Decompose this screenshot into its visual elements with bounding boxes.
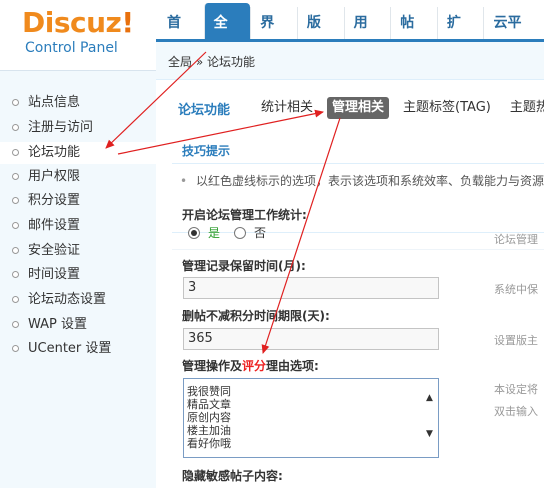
divider (172, 232, 544, 233)
radio-yes-label: 是 (208, 226, 221, 240)
bullet-icon (12, 271, 19, 278)
tab-heat[interactable]: 主题热度 (505, 97, 544, 119)
bullet-icon (12, 124, 19, 131)
breadcrumb: 全局 » 论坛功能 (156, 42, 544, 80)
sidebar: 站点信息 注册与访问 论坛功能 用户权限 积分设置 邮件设置 安全验证 时间设置… (0, 70, 156, 488)
tip-text: • 以红色虚线标示的选项，表示该选项和系统效率、负载能力与资源 (180, 172, 544, 190)
sidebar-item-feed[interactable]: 论坛动态设置 (0, 289, 156, 311)
divider (172, 249, 544, 250)
logo[interactable]: Discuz! Control Panel (22, 6, 134, 56)
tip-text-content: 以红色虚线标示的选项，表示该选项和系统效率、负载能力与资源 (196, 174, 544, 188)
sidebar-item-email[interactable]: 邮件设置 (0, 215, 156, 237)
bullet-icon (12, 99, 19, 106)
sub-navigation: 论坛功能 统计相关 管理相关 主题标签(TAG) 主题热度 (178, 97, 544, 119)
reason-line: 楼主加油 (187, 424, 231, 437)
sidebar-item-ucenter[interactable]: UCenter 设置 (0, 338, 156, 360)
reasons-label: 管理操作及评分理由选项: (182, 359, 319, 373)
tab-tags[interactable]: 主题标签(TAG) (398, 97, 496, 119)
tab-management[interactable]: 管理相关 (327, 97, 390, 119)
bullet-icon (12, 197, 19, 204)
logo-brand-mark: ! (121, 6, 134, 39)
delete-limit-label: 删帖不减积分时间期限(天): (182, 309, 330, 323)
breadcrumb-current: 论坛功能 (207, 55, 256, 69)
reasons-tip-2: 双击输入 (494, 405, 538, 418)
tab-statistics[interactable]: 统计相关 (256, 97, 318, 119)
sidebar-item-forum-features[interactable]: 论坛功能 (0, 142, 156, 164)
logo-subtitle: Control Panel (25, 40, 118, 56)
topnav-home[interactable]: 首页 (158, 7, 204, 63)
reason-line: 精品文章 (187, 398, 231, 411)
breadcrumb-separator: » (195, 55, 204, 69)
sidebar-item-credits[interactable]: 积分设置 (0, 190, 156, 212)
hidden-posts-label: 隐藏敏感帖子内容: (182, 469, 283, 483)
sidebar-item-site-info[interactable]: 站点信息 (0, 92, 156, 114)
bullet-icon (12, 222, 19, 229)
radio-unselected-icon (234, 226, 246, 239)
topnav-cloud[interactable]: 云平台 (483, 7, 543, 63)
reason-line: 原创内容 (187, 411, 231, 424)
sidebar-item-time[interactable]: 时间设置 (0, 264, 156, 286)
topnav-posts[interactable]: 帖子 (390, 7, 437, 63)
radio-selected-icon (188, 226, 200, 239)
log-keep-label: 管理记录保留时间(月): (182, 259, 306, 273)
reasons-tip-1: 本设定将 (494, 383, 538, 396)
bullet-icon (12, 173, 19, 180)
manage-stat-tip: 论坛管理 (494, 233, 538, 246)
breadcrumb-root[interactable]: 全局 (168, 55, 192, 69)
bullet-icon (12, 247, 19, 254)
bullet-icon (12, 345, 19, 352)
scroll-down-icon[interactable]: ▼ (426, 429, 433, 439)
top-navigation: 首页 全局 界面 版块 用户 帖子 扩展 云平台 (158, 3, 544, 72)
bullet-icon (12, 321, 19, 328)
sidebar-item-wap[interactable]: WAP 设置 (0, 314, 156, 336)
reason-line: 看好你哦 (187, 437, 231, 450)
section-title: 论坛功能 (178, 102, 231, 118)
bullet-icon (12, 149, 19, 156)
radio-no[interactable]: 否 (234, 224, 266, 241)
scroll-up-icon[interactable]: ▲ (426, 393, 433, 403)
delete-limit-tip: 设置版主 (494, 334, 538, 347)
topnav-users[interactable]: 用户 (343, 7, 391, 63)
radio-no-label: 否 (254, 226, 267, 240)
main-content: 全局 » 论坛功能 论坛功能 统计相关 管理相关 主题标签(TAG) 主题热度 … (156, 42, 544, 488)
manage-stat-label: 开启论坛管理工作统计: (182, 208, 307, 222)
radio-yes[interactable]: 是 (188, 224, 220, 241)
reason-line: 我很赞同 (187, 385, 231, 398)
textarea-scrollbar[interactable]: ▲ ▼ (424, 379, 438, 457)
tip-bullet: • (180, 174, 188, 188)
reasons-label-highlight: 评分 (242, 359, 267, 373)
log-keep-input[interactable]: 3 (183, 277, 439, 299)
sidebar-item-register-access[interactable]: 注册与访问 (0, 117, 156, 139)
logo-brand: Discuz! (22, 6, 134, 39)
topnav-interface[interactable]: 界面 (250, 7, 297, 63)
topnav-forums[interactable]: 版块 (296, 7, 344, 63)
sidebar-item-security[interactable]: 安全验证 (0, 240, 156, 262)
log-keep-tip: 系统中保 (494, 283, 538, 296)
topnav-global[interactable]: 全局 (203, 3, 251, 72)
sidebar-item-user-permissions[interactable]: 用户权限 (0, 166, 156, 188)
delete-limit-input[interactable]: 365 (183, 328, 439, 350)
bullet-icon (12, 296, 19, 303)
tips-header: 技巧提示 (172, 138, 544, 164)
reasons-textarea[interactable]: 我很赞同 精品文章 原创内容 楼主加油 看好你哦 ▲ ▼ (183, 378, 439, 458)
topnav-extensions[interactable]: 扩展 (436, 7, 484, 63)
